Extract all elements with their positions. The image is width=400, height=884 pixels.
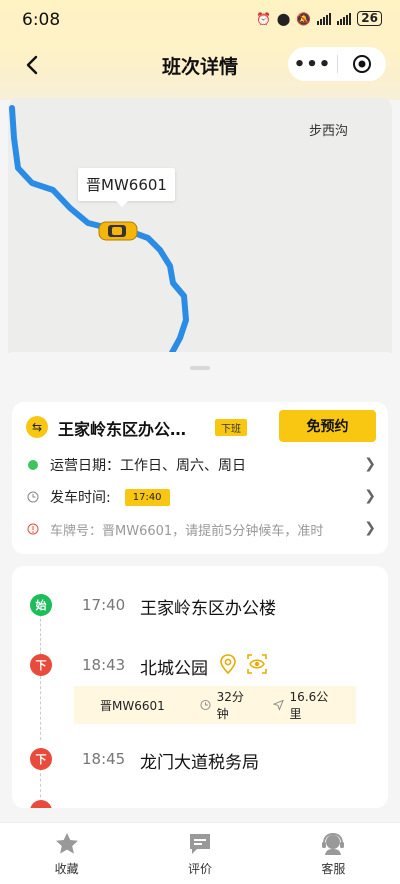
status-icons: ⏰ ⬤ 🔕 26: [256, 11, 382, 26]
distance: 16.6公里: [272, 688, 336, 722]
chevron-right-icon: ❯: [364, 520, 376, 536]
car-icon[interactable]: [98, 219, 138, 243]
clock-icon: [200, 699, 211, 711]
stop-name: 王家岭东区办公楼: [140, 599, 276, 619]
chevron-right-icon: ❯: [364, 488, 376, 504]
street-view-icon[interactable]: [246, 653, 268, 675]
tab-review[interactable]: 评价: [133, 823, 266, 884]
info-icon: [27, 523, 39, 535]
alarm-icon: ⏰: [255, 11, 271, 26]
nav-bar: 班次详情 •••: [0, 40, 400, 90]
stop-time: 18:45: [82, 750, 126, 768]
record-circle-icon[interactable]: [338, 54, 386, 74]
tab-favorite[interactable]: 收藏: [0, 823, 133, 884]
duration-value: 32分钟: [216, 690, 244, 721]
start-badge: 始: [30, 594, 52, 616]
tab-label: 评价: [187, 862, 212, 876]
comment-icon: [189, 834, 210, 854]
stop-item[interactable]: 下 18:43 北城公园: [12, 652, 388, 682]
star-icon: [55, 833, 78, 854]
battery-icon: 26: [357, 11, 382, 26]
route-swap-icon: ⇆: [26, 416, 48, 438]
trip-info-bar: 晋MW6601 32分钟 16.6公里: [74, 686, 356, 724]
chevron-right-icon: ❯: [364, 456, 376, 472]
tab-service[interactable]: 客服: [267, 823, 400, 884]
bottom-tab-bar: 收藏 评价 客服: [0, 822, 400, 884]
signal-icon-2: [337, 12, 352, 25]
route-info-card: ⇆ 王家岭东区办公… 下班 免预约 运营日期：工作日、周六、周日 ❯ 发车时间:…: [12, 402, 388, 554]
plate-notice-row[interactable]: 车牌号：晋MW6601，请提前5分钟候车，准时 ❯: [26, 518, 376, 540]
dropoff-badge: 下: [30, 654, 52, 676]
map-poi-label: 步西沟: [308, 124, 348, 139]
status-time: 6:08: [22, 10, 61, 30]
more-dots-icon[interactable]: •••: [288, 54, 337, 75]
shift-tag: 下班: [215, 419, 247, 436]
stop-item[interactable]: 始 17:40 王家岭东区办公楼: [12, 592, 388, 622]
stop-connector: [40, 676, 41, 740]
headset-icon: [322, 832, 345, 855]
plate-notice-text: 车牌号：晋MW6601，请提前5分钟候车，准时: [50, 523, 324, 539]
route-name: 王家岭东区办公…: [58, 420, 187, 439]
location-icon: ⬤: [276, 11, 291, 26]
reserve-button[interactable]: 免预约: [279, 410, 376, 442]
tab-label: 收藏: [54, 862, 79, 876]
route-map[interactable]: 步西沟 晋MW6601: [8, 98, 392, 360]
operating-date-text: 运营日期：工作日、周六、周日: [50, 458, 246, 474]
mute-icon: 🔕: [296, 11, 312, 26]
stop-item[interactable]: 下 18:45 龙门大道税务局: [12, 746, 388, 776]
distance-value: 16.6公里: [289, 690, 329, 721]
vehicle-label-bubble: 晋MW6601: [78, 168, 175, 207]
stops-card: 始 17:40 王家岭东区办公楼 下 18:43 北城公园 晋MW6601 32…: [12, 566, 388, 808]
stop-time: 18:43: [82, 656, 126, 674]
signal-icon: [317, 12, 332, 25]
sheet-drag-handle[interactable]: [190, 366, 210, 370]
map-pin-icon[interactable]: [218, 653, 238, 675]
stop-name: 北城公园: [140, 659, 208, 679]
depart-label: 发车时间:: [50, 490, 111, 506]
depart-time-row[interactable]: 发车时间: 17:40 ❯: [26, 486, 376, 508]
stop-time: 17:40: [82, 596, 126, 614]
stop-name: 龙门大道税务局: [140, 753, 259, 773]
bottom-sheet: ⇆ 王家岭东区办公… 下班 免预约 运营日期：工作日、周六、周日 ❯ 发车时间:…: [0, 352, 400, 822]
plate-number: 晋MW6601: [100, 698, 165, 713]
navigation-icon: [272, 699, 284, 711]
dropoff-badge-partial: [30, 800, 52, 808]
tab-label: 客服: [321, 862, 346, 876]
duration: 32分钟: [200, 688, 253, 722]
mini-program-capsule: •••: [288, 47, 386, 81]
operating-date-row[interactable]: 运营日期：工作日、周六、周日 ❯: [26, 454, 376, 476]
status-bar: 6:08 ⏰ ⬤ 🔕 26: [0, 0, 400, 40]
status-dot-icon: [28, 460, 38, 470]
dropoff-badge: 下: [30, 748, 52, 770]
clock-icon: [27, 491, 39, 503]
depart-time-chip: 17:40: [124, 488, 170, 506]
